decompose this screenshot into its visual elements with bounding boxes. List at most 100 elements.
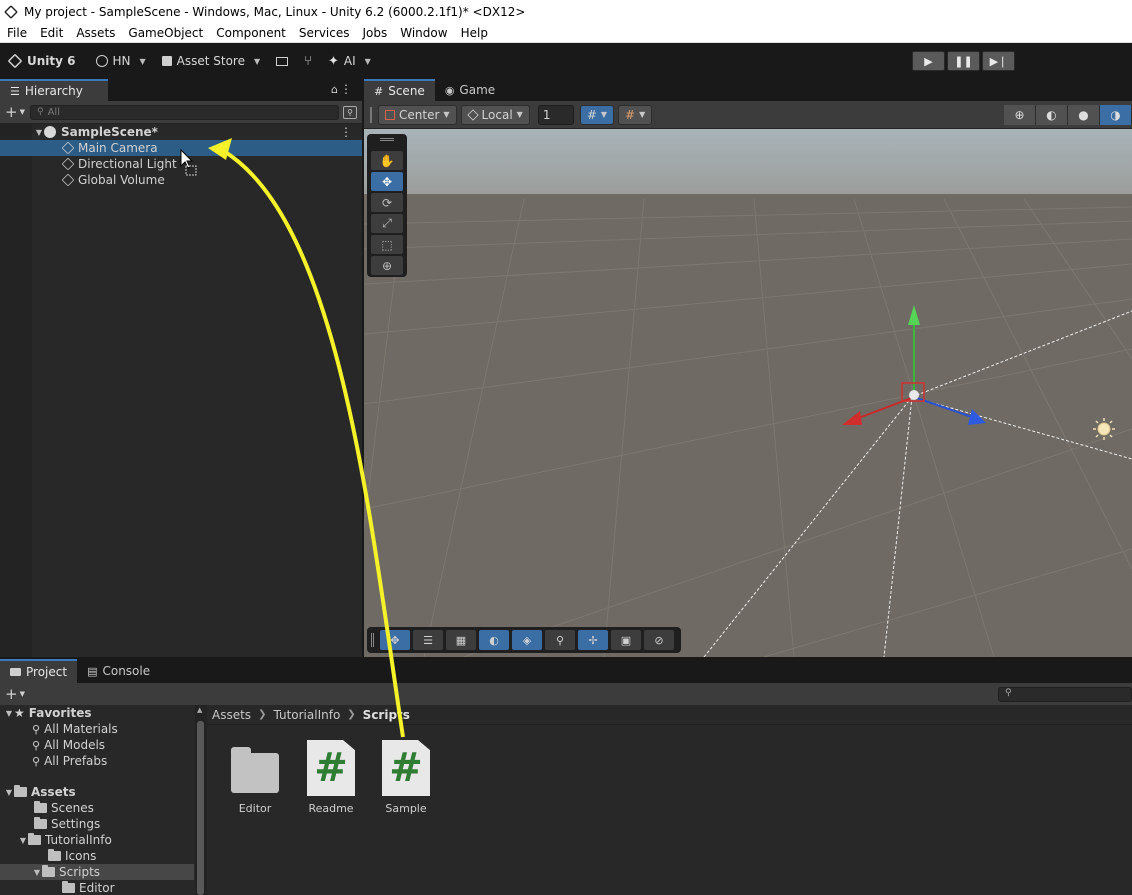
hierarchy-item-directional-light[interactable]: Directional Light [0, 156, 362, 172]
project-search-input[interactable]: ⚲ [998, 687, 1132, 702]
move-tool[interactable]: ✥ [371, 172, 403, 191]
menu-window[interactable]: Window [393, 26, 453, 40]
favorites-item-all-prefabs[interactable]: ⚲ All Prefabs [0, 753, 194, 769]
scene-viewport[interactable]: ✋ ✥ ⟳ ⤢ ⬚ ⊕ ✥ ☰ ▦ ◐ ◈ ⚲ ✢ ▣ ⊘ [364, 129, 1132, 657]
space-dropdown[interactable]: Local ▼ [460, 104, 530, 125]
move-overlay-button[interactable]: ✥ [380, 630, 410, 650]
rotate-tool[interactable]: ⟳ [371, 193, 403, 212]
menu-assets[interactable]: Assets [69, 26, 121, 40]
menu-services[interactable]: Services [292, 26, 356, 40]
more-options-icon[interactable]: ⋮ [340, 82, 352, 96]
package-manager-button[interactable] [268, 49, 296, 73]
expand-triangle-icon[interactable]: ▼ [4, 788, 14, 797]
scene-tabbar: # Scene ◉ Game [364, 79, 1132, 101]
menu-edit[interactable]: Edit [33, 26, 69, 40]
menu-component[interactable]: Component [209, 26, 292, 40]
asset-editor-folder[interactable]: Editor [220, 740, 290, 820]
search-options-icon[interactable]: ⚲ [343, 105, 357, 119]
expand-triangle-icon[interactable]: ▼ [32, 868, 42, 877]
shaded-wireframe-mode-button[interactable]: ◐ [1036, 105, 1068, 125]
breadcrumb-item-scripts[interactable]: Scripts [363, 708, 410, 722]
asset-label: Sample [385, 802, 427, 815]
pause-button[interactable]: ❚❚ [947, 51, 980, 71]
breadcrumb-item-assets[interactable]: Assets [212, 708, 251, 722]
scene-overlay-bar: ✥ ☰ ▦ ◐ ◈ ⚲ ✢ ▣ ⊘ [367, 627, 681, 653]
folder-row-settings[interactable]: Settings [0, 816, 194, 832]
scrollbar-thumb[interactable] [197, 721, 204, 895]
increment-snap-toggle[interactable]: # ▼ [618, 104, 653, 125]
wireframe-mode-button[interactable]: ⊕ [1004, 105, 1036, 125]
rect-tool[interactable]: ⬚ [371, 235, 403, 254]
scene-row[interactable]: ▼ SampleScene* ⋮ [0, 124, 362, 140]
hierarchy-item-main-camera[interactable]: Main Camera [0, 140, 362, 156]
ai-dropdown[interactable]: ✦ AI ▼ [320, 49, 379, 73]
tab-project[interactable]: Project [0, 659, 78, 683]
step-button[interactable]: ▶❘ [982, 51, 1015, 71]
folder-row-editor[interactable]: Editor [0, 880, 194, 895]
hierarchy-tree: ▼ SampleScene* ⋮ Main Camera Directional… [0, 124, 362, 657]
menu-file[interactable]: File [0, 26, 33, 40]
unity-cloud-button[interactable]: Unity 6 [0, 49, 84, 73]
asset-readme-script[interactable]: # Readme [296, 740, 366, 820]
expand-triangle-icon[interactable]: ▼ [18, 836, 28, 845]
folder-row-icons[interactable]: Icons [0, 848, 194, 864]
menu-jobs[interactable]: Jobs [356, 26, 394, 40]
asset-label: Editor [238, 802, 272, 815]
create-button[interactable]: + ▼ [0, 103, 30, 121]
scene-menu-icon[interactable]: ⋮ [340, 125, 352, 139]
tab-hierarchy[interactable]: ☰ Hierarchy [0, 79, 108, 101]
space-label: Local [481, 107, 513, 122]
gizmo-overlay-button[interactable]: ✢ [578, 630, 608, 650]
local-cube-icon [466, 108, 479, 121]
folder-row-scripts[interactable]: ▼ Scripts [0, 864, 194, 880]
favorites-item-all-models[interactable]: ⚲ All Models [0, 737, 194, 753]
hierarchy-item-global-volume[interactable]: Global Volume [0, 172, 362, 188]
expand-triangle-icon[interactable]: ▼ [34, 128, 44, 137]
project-tree-scrollbar[interactable]: ▲ [195, 705, 207, 895]
search-icon: ⚲ [555, 633, 565, 647]
overlay-grip-icon[interactable] [371, 633, 374, 647]
align-overlay-button[interactable]: ☰ [413, 630, 443, 650]
hand-tool[interactable]: ✋ [371, 151, 403, 170]
search-icon: ⚲ [37, 107, 44, 117]
expand-triangle-icon[interactable]: ▼ [4, 709, 14, 718]
lock-icon[interactable]: ⌂ [331, 83, 338, 96]
increment-snap-icon: # [625, 107, 636, 122]
rotate-icon: ⟳ [381, 195, 393, 210]
scale-icon: ⤢ [382, 216, 392, 230]
hierarchy-search-input[interactable]: ⚲ All [30, 104, 339, 120]
tab-console[interactable]: ▤ Console [77, 659, 160, 683]
pivot-dropdown[interactable]: Center ▼ [378, 104, 457, 125]
scale-tool[interactable]: ⤢ [371, 214, 403, 233]
grid-snap-toggle[interactable]: # ▼ [579, 104, 615, 125]
folder-row-scenes[interactable]: Scenes [0, 800, 194, 816]
folder-row-assets[interactable]: ▼ Assets [0, 784, 194, 800]
scroll-up-icon[interactable]: ▲ [197, 706, 202, 714]
navigation-overlay-button[interactable]: ⊘ [644, 630, 674, 650]
account-dropdown[interactable]: HN ▼ [88, 49, 154, 73]
favorites-row[interactable]: ▼ ★ Favorites [0, 705, 194, 721]
camera-overlay-button[interactable]: ▣ [611, 630, 641, 650]
search-overlay-button[interactable]: ⚲ [545, 630, 575, 650]
menu-help[interactable]: Help [454, 26, 494, 40]
menu-gameobject[interactable]: GameObject [121, 26, 209, 40]
layers-overlay-button[interactable]: ◈ [512, 630, 542, 650]
play-button[interactable]: ▶ [912, 51, 945, 71]
tab-scene[interactable]: # Scene [364, 79, 435, 101]
transform-tool[interactable]: ⊕ [371, 256, 403, 275]
tab-game[interactable]: ◉ Game [435, 79, 505, 101]
snap-increment-input[interactable]: 1 [537, 104, 574, 125]
folder-label: Settings [51, 817, 101, 831]
unlit-mode-button[interactable]: ● [1068, 105, 1100, 125]
grid-overlay-button[interactable]: ▦ [446, 630, 476, 650]
asset-sample-script[interactable]: # Sample [371, 740, 441, 820]
shading-overlay-button[interactable]: ◐ [479, 630, 509, 650]
version-control-button[interactable]: ⑂ [296, 49, 320, 73]
asset-store-dropdown[interactable]: Asset Store ▼ [154, 49, 269, 73]
overlay-grip-icon[interactable] [380, 138, 394, 141]
favorites-item-all-materials[interactable]: ⚲ All Materials [0, 721, 194, 737]
project-create-button[interactable]: + ▼ [0, 685, 30, 703]
breadcrumb-item-tutorialinfo[interactable]: TutorialInfo [273, 708, 340, 722]
folder-row-tutorialinfo[interactable]: ▼ TutorialInfo [0, 832, 194, 848]
shaded-mode-button[interactable]: ◑ [1100, 105, 1132, 125]
